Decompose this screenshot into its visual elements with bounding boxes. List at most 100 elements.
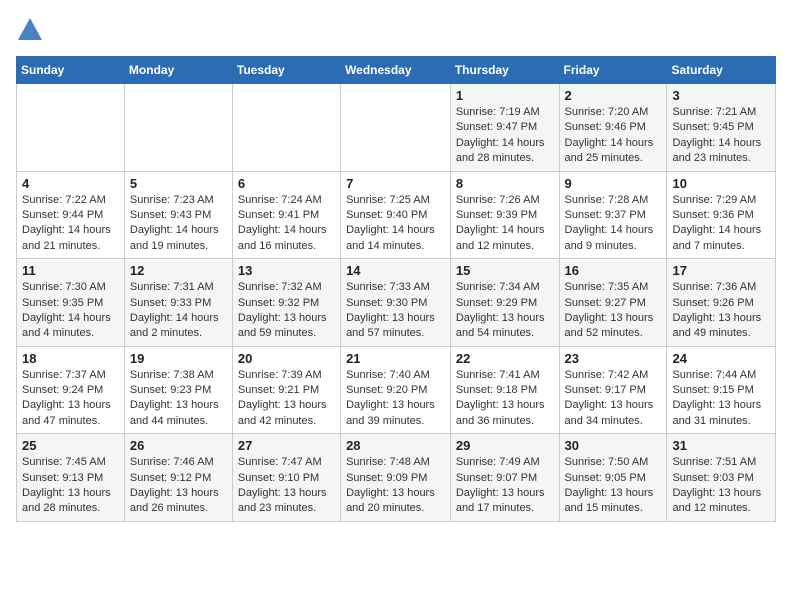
calendar-cell: 30 Sunrise: 7:50 AM Sunset: 9:05 PM Dayli… — [559, 434, 667, 522]
calendar-cell: 26Sunrise: 7:46 AM Sunset: 9:12 PM Dayli… — [124, 434, 232, 522]
calendar-cell: 6 Sunrise: 7:24 AM Sunset: 9:41 PM Daylig… — [232, 171, 340, 259]
day-info: Sunrise: 7:32 AM Sunset: 9:32 PM Dayligh… — [238, 280, 335, 342]
day-number: 4 — [22, 176, 119, 191]
day-number: 16 — [565, 263, 662, 278]
day-number: 31 — [672, 438, 770, 453]
day-number: 29 — [456, 438, 554, 453]
day-number: 17 — [672, 263, 770, 278]
calendar-cell: 25 Sunrise: 7:45 AM Sunset: 9:13 PM Dayli… — [17, 434, 125, 522]
calendar-week-row: 25 Sunrise: 7:45 AM Sunset: 9:13 PM Dayli… — [17, 434, 776, 522]
day-number: 2 — [565, 88, 662, 103]
day-info: Sunrise: 7:37 AM Sunset: 9:24 PM Dayligh… — [22, 368, 119, 430]
calendar-cell — [124, 84, 232, 172]
logo — [16, 16, 48, 44]
day-header-friday: Friday — [559, 57, 667, 84]
calendar-cell: 27 Sunrise: 7:47 AM Sunset: 9:10 PM Dayli… — [232, 434, 340, 522]
calendar-cell: 10Sunrise: 7:29 AM Sunset: 9:36 PM Dayli… — [667, 171, 776, 259]
calendar-table: SundayMondayTuesdayWednesdayThursdayFrid… — [16, 56, 776, 522]
day-number: 6 — [238, 176, 335, 191]
day-info: Sunrise: 7:34 AM Sunset: 9:29 PM Dayligh… — [456, 280, 554, 342]
day-info: Sunrise: 7:25 AM Sunset: 9:40 PM Dayligh… — [346, 193, 445, 255]
calendar-cell: 12Sunrise: 7:31 AM Sunset: 9:33 PM Dayli… — [124, 259, 232, 347]
day-info: Sunrise: 7:42 AM Sunset: 9:17 PM Dayligh… — [565, 368, 662, 430]
day-info: Sunrise: 7:36 AM Sunset: 9:26 PM Dayligh… — [672, 280, 770, 342]
day-info: Sunrise: 7:31 AM Sunset: 9:33 PM Dayligh… — [130, 280, 227, 342]
day-info: Sunrise: 7:39 AM Sunset: 9:21 PM Dayligh… — [238, 368, 335, 430]
calendar-cell: 17 Sunrise: 7:36 AM Sunset: 9:26 PM Dayli… — [667, 259, 776, 347]
day-info: Sunrise: 7:44 AM Sunset: 9:15 PM Dayligh… — [672, 368, 770, 430]
calendar-cell: 5 Sunrise: 7:23 AM Sunset: 9:43 PM Daylig… — [124, 171, 232, 259]
calendar-cell: 22Sunrise: 7:41 AM Sunset: 9:18 PM Dayli… — [450, 346, 559, 434]
day-info: Sunrise: 7:30 AM Sunset: 9:35 PM Dayligh… — [22, 280, 119, 342]
calendar-cell: 9Sunrise: 7:28 AM Sunset: 9:37 PM Daylig… — [559, 171, 667, 259]
day-info: Sunrise: 7:45 AM Sunset: 9:13 PM Dayligh… — [22, 455, 119, 517]
calendar-cell — [341, 84, 451, 172]
day-info: Sunrise: 7:35 AM Sunset: 9:27 PM Dayligh… — [565, 280, 662, 342]
day-number: 20 — [238, 351, 335, 366]
day-info: Sunrise: 7:23 AM Sunset: 9:43 PM Dayligh… — [130, 193, 227, 255]
day-number: 28 — [346, 438, 445, 453]
day-number: 19 — [130, 351, 227, 366]
day-info: Sunrise: 7:20 AM Sunset: 9:46 PM Dayligh… — [565, 105, 662, 167]
calendar-cell — [17, 84, 125, 172]
day-number: 15 — [456, 263, 554, 278]
day-info: Sunrise: 7:46 AM Sunset: 9:12 PM Dayligh… — [130, 455, 227, 517]
day-info: Sunrise: 7:26 AM Sunset: 9:39 PM Dayligh… — [456, 193, 554, 255]
calendar-cell: 7 Sunrise: 7:25 AM Sunset: 9:40 PM Daylig… — [341, 171, 451, 259]
calendar-cell: 31 Sunrise: 7:51 AM Sunset: 9:03 PM Dayli… — [667, 434, 776, 522]
day-number: 18 — [22, 351, 119, 366]
calendar-week-row: 4 Sunrise: 7:22 AM Sunset: 9:44 PM Daylig… — [17, 171, 776, 259]
day-info: Sunrise: 7:50 AM Sunset: 9:05 PM Dayligh… — [565, 455, 662, 517]
day-info: Sunrise: 7:40 AM Sunset: 9:20 PM Dayligh… — [346, 368, 445, 430]
day-info: Sunrise: 7:49 AM Sunset: 9:07 PM Dayligh… — [456, 455, 554, 517]
day-header-saturday: Saturday — [667, 57, 776, 84]
day-number: 7 — [346, 176, 445, 191]
page-header — [16, 16, 776, 44]
day-number: 30 — [565, 438, 662, 453]
calendar-cell — [232, 84, 340, 172]
day-header-sunday: Sunday — [17, 57, 125, 84]
day-info: Sunrise: 7:22 AM Sunset: 9:44 PM Dayligh… — [22, 193, 119, 255]
calendar-cell: 23 Sunrise: 7:42 AM Sunset: 9:17 PM Dayli… — [559, 346, 667, 434]
day-info: Sunrise: 7:29 AM Sunset: 9:36 PM Dayligh… — [672, 193, 770, 255]
calendar-cell: 4 Sunrise: 7:22 AM Sunset: 9:44 PM Daylig… — [17, 171, 125, 259]
day-info: Sunrise: 7:19 AM Sunset: 9:47 PM Dayligh… — [456, 105, 554, 167]
calendar-cell: 29 Sunrise: 7:49 AM Sunset: 9:07 PM Dayli… — [450, 434, 559, 522]
day-info: Sunrise: 7:48 AM Sunset: 9:09 PM Dayligh… — [346, 455, 445, 517]
calendar-week-row: 18 Sunrise: 7:37 AM Sunset: 9:24 PM Dayli… — [17, 346, 776, 434]
calendar-cell: 19 Sunrise: 7:38 AM Sunset: 9:23 PM Dayli… — [124, 346, 232, 434]
day-number: 8 — [456, 176, 554, 191]
day-info: Sunrise: 7:51 AM Sunset: 9:03 PM Dayligh… — [672, 455, 770, 517]
calendar-cell: 20 Sunrise: 7:39 AM Sunset: 9:21 PM Dayli… — [232, 346, 340, 434]
day-header-wednesday: Wednesday — [341, 57, 451, 84]
calendar-cell: 21Sunrise: 7:40 AM Sunset: 9:20 PM Dayli… — [341, 346, 451, 434]
day-number: 23 — [565, 351, 662, 366]
day-info: Sunrise: 7:24 AM Sunset: 9:41 PM Dayligh… — [238, 193, 335, 255]
calendar-week-row: 1 Sunrise: 7:19 AM Sunset: 9:47 PM Daylig… — [17, 84, 776, 172]
calendar-cell: 1 Sunrise: 7:19 AM Sunset: 9:47 PM Daylig… — [450, 84, 559, 172]
day-header-thursday: Thursday — [450, 57, 559, 84]
calendar-cell: 2 Sunrise: 7:20 AM Sunset: 9:46 PM Daylig… — [559, 84, 667, 172]
day-info: Sunrise: 7:33 AM Sunset: 9:30 PM Dayligh… — [346, 280, 445, 342]
calendar-cell: 13Sunrise: 7:32 AM Sunset: 9:32 PM Dayli… — [232, 259, 340, 347]
calendar-cell: 14 Sunrise: 7:33 AM Sunset: 9:30 PM Dayli… — [341, 259, 451, 347]
day-number: 5 — [130, 176, 227, 191]
day-number: 24 — [672, 351, 770, 366]
day-number: 14 — [346, 263, 445, 278]
day-number: 9 — [565, 176, 662, 191]
day-number: 25 — [22, 438, 119, 453]
calendar-cell: 3 Sunrise: 7:21 AM Sunset: 9:45 PM Daylig… — [667, 84, 776, 172]
day-number: 1 — [456, 88, 554, 103]
day-info: Sunrise: 7:21 AM Sunset: 9:45 PM Dayligh… — [672, 105, 770, 167]
calendar-cell: 18 Sunrise: 7:37 AM Sunset: 9:24 PM Dayli… — [17, 346, 125, 434]
day-info: Sunrise: 7:41 AM Sunset: 9:18 PM Dayligh… — [456, 368, 554, 430]
day-info: Sunrise: 7:47 AM Sunset: 9:10 PM Dayligh… — [238, 455, 335, 517]
calendar-week-row: 11Sunrise: 7:30 AM Sunset: 9:35 PM Dayli… — [17, 259, 776, 347]
calendar-header-row: SundayMondayTuesdayWednesdayThursdayFrid… — [17, 57, 776, 84]
day-info: Sunrise: 7:38 AM Sunset: 9:23 PM Dayligh… — [130, 368, 227, 430]
calendar-cell: 8 Sunrise: 7:26 AM Sunset: 9:39 PM Daylig… — [450, 171, 559, 259]
calendar-cell: 11Sunrise: 7:30 AM Sunset: 9:35 PM Dayli… — [17, 259, 125, 347]
day-number: 27 — [238, 438, 335, 453]
calendar-cell: 16 Sunrise: 7:35 AM Sunset: 9:27 PM Dayli… — [559, 259, 667, 347]
day-number: 3 — [672, 88, 770, 103]
